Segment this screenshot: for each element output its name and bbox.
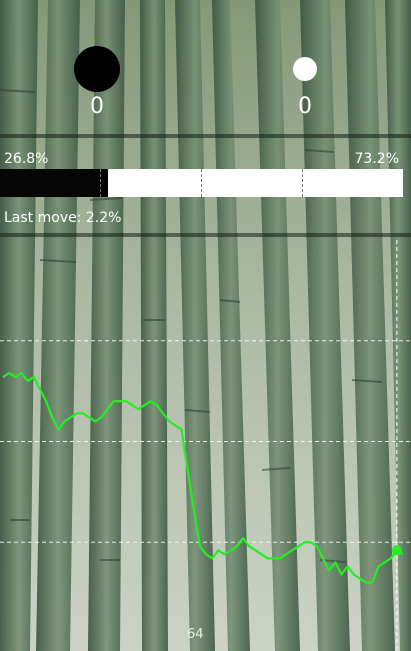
win-rate-bar-tick [100,169,101,197]
graph-grid [0,340,411,543]
win-rate-bar-tick [201,169,202,197]
last-move-label: Last move: 2.2% [4,210,122,226]
divider [0,134,411,138]
black-stone-icon [74,46,120,92]
divider [0,233,411,237]
win-rate-graph[interactable] [0,240,411,651]
current-move-number: 64 [187,627,204,642]
white-win-rate: 73.2% [354,151,399,167]
win-rate-bar-black-fill [0,169,108,197]
win-rate-bar [0,169,403,197]
win-rate-bar-tick [302,169,303,197]
white-stone-icon [293,57,317,81]
black-win-rate: 26.8% [4,151,49,167]
white-captures-count: 0 [298,94,312,119]
win-rate-series-line [2,371,404,584]
current-move-point [391,545,402,556]
black-captures-count: 0 [90,94,104,119]
